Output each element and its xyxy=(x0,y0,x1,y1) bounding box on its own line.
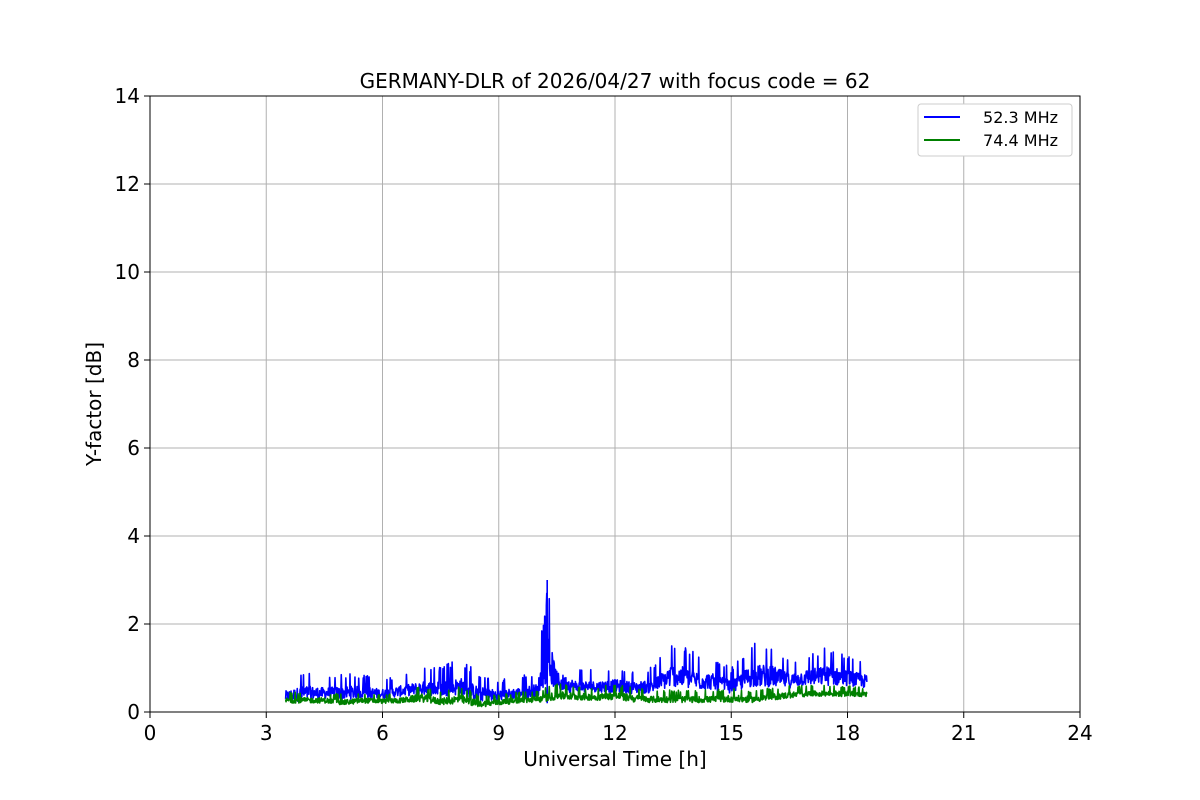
x-tick-label: 12 xyxy=(602,721,627,745)
x-tick-label: 3 xyxy=(260,721,273,745)
x-tick-label: 6 xyxy=(376,721,389,745)
x-tick-label: 15 xyxy=(719,721,744,745)
y-tick-label: 12 xyxy=(115,172,140,196)
grid xyxy=(149,95,1081,713)
y-tick-label: 10 xyxy=(115,260,140,284)
legend: 52.3 MHz 74.4 MHz xyxy=(917,103,1073,157)
y-axis-label: Y-factor [dB] xyxy=(82,342,106,467)
x-tick-label: 24 xyxy=(1067,721,1092,745)
chart-canvas: GERMANY-DLR of 2026/04/27 with focus cod… xyxy=(82,69,1093,771)
y-tick-label: 2 xyxy=(127,612,140,636)
legend-label: 52.3 MHz xyxy=(983,108,1058,127)
x-tick-label: 21 xyxy=(951,721,976,745)
plot-area xyxy=(284,580,868,708)
x-tick-label: 0 xyxy=(144,721,157,745)
x-tick-label: 18 xyxy=(835,721,860,745)
y-tick-label: 0 xyxy=(127,700,140,724)
y-tick-label: 14 xyxy=(115,84,140,108)
y-axis: 0 2 4 6 8 10 12 14 xyxy=(115,84,150,724)
x-tick-label: 9 xyxy=(492,721,505,745)
legend-label: 74.4 MHz xyxy=(983,131,1058,150)
x-axis-label: Universal Time [h] xyxy=(523,747,706,771)
x-axis: 0 3 6 9 12 15 18 21 24 xyxy=(144,712,1093,745)
y-tick-label: 6 xyxy=(127,436,140,460)
chart-title: GERMANY-DLR of 2026/04/27 with focus cod… xyxy=(360,69,871,93)
y-tick-label: 4 xyxy=(127,524,140,548)
series-line-1 xyxy=(284,580,868,704)
y-tick-label: 8 xyxy=(127,348,140,372)
